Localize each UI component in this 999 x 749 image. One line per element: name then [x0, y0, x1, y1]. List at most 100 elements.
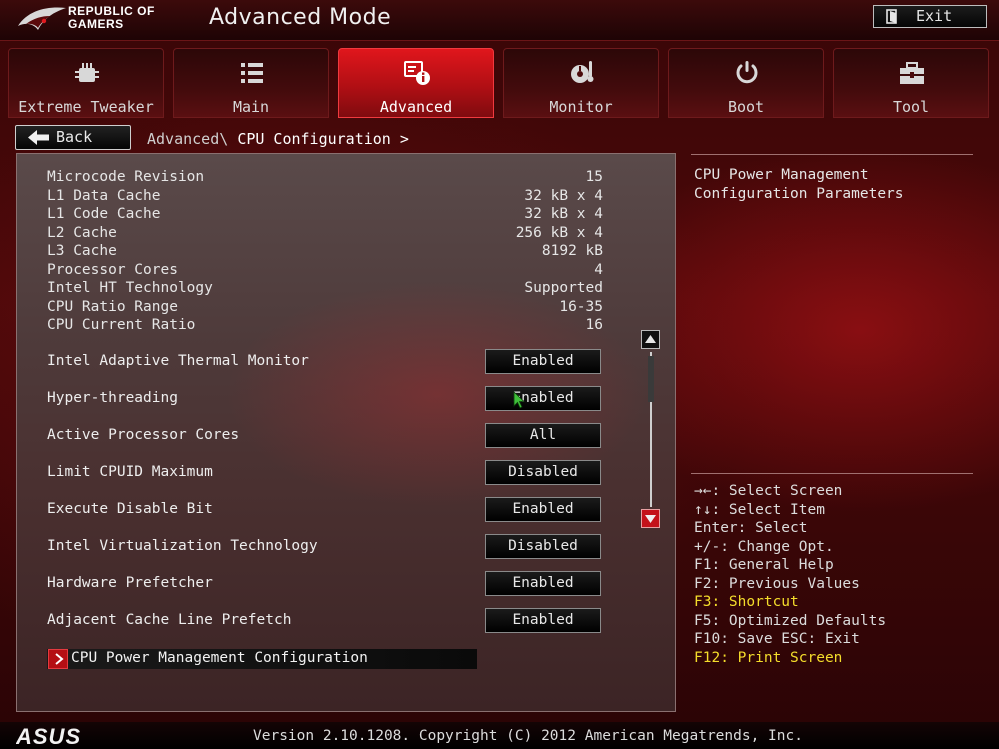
- key-hint: F1: General Help: [694, 557, 834, 573]
- info-label: CPU Ratio Range: [47, 298, 178, 315]
- key-hint: F2: Previous Values: [694, 575, 860, 592]
- option-row: Execute Disable Bit Enabled: [47, 497, 601, 523]
- help-divider-top: [691, 154, 973, 155]
- option-row: Intel Adaptive Thermal Monitor Enabled: [47, 349, 601, 375]
- option-label: Adjacent Cache Line Prefetch: [47, 612, 292, 628]
- info-value: 32 kB x 4: [524, 206, 603, 222]
- option-label: Execute Disable Bit: [47, 501, 213, 517]
- brand-line-2: GAMERS: [68, 17, 124, 31]
- list-icon: [241, 63, 263, 83]
- page-title: Advanced Mode: [209, 5, 392, 30]
- key-hint-print-screen[interactable]: F12: Print Screen: [694, 649, 984, 668]
- option-value-select[interactable]: Enabled: [485, 571, 601, 596]
- settings-panel: Microcode Revision 15 L1 Data Cache 32 k…: [16, 153, 676, 712]
- rog-logo-icon: [18, 7, 66, 30]
- info-label: L2 Cache: [47, 224, 117, 241]
- info-row: L3 Cache 8192 kB: [47, 242, 603, 260]
- tab-boot[interactable]: Boot: [668, 48, 824, 118]
- option-value-select[interactable]: Enabled: [485, 497, 601, 522]
- help-divider-mid: [691, 473, 973, 474]
- option-label: Limit CPUID Maximum: [47, 464, 213, 480]
- info-row: L1 Code Cache 32 kB x 4: [47, 205, 603, 223]
- info-row: L2 Cache 256 kB x 4: [47, 224, 603, 242]
- option-label: Active Processor Cores: [47, 427, 240, 443]
- option-value-select[interactable]: Enabled: [485, 349, 601, 374]
- info-label: Microcode Revision: [47, 169, 205, 185]
- info-row: Intel HT Technology Supported: [47, 279, 603, 297]
- tab-label: Boot: [727, 98, 765, 116]
- info-label: CPU Current Ratio: [47, 317, 196, 333]
- asus-logo: ASUS: [16, 726, 81, 746]
- tab-extreme-tweaker[interactable]: Extreme Tweaker: [8, 48, 164, 118]
- option-row: Adjacent Cache Line Prefetch Enabled: [47, 608, 601, 634]
- scrollbar-thumb[interactable]: [648, 356, 654, 402]
- option-row: Hardware Prefetcher Enabled: [47, 571, 601, 597]
- breadcrumb-parent[interactable]: Advanced\: [147, 130, 228, 148]
- info-value: 256 kB x 4: [515, 224, 603, 241]
- version-text: Version 2.10.1208. Copyright (C) 2012 Am…: [253, 728, 803, 744]
- key-hint: +/-: Change Opt.: [694, 538, 834, 555]
- tab-label: Main: [232, 98, 270, 116]
- rog-brand-text: REPUBLIC OF GAMERS: [68, 5, 155, 31]
- info-value: 32 kB x 4: [524, 187, 603, 204]
- key-hint: Enter: Select: [694, 520, 808, 536]
- tab-label: Extreme Tweaker: [18, 98, 154, 116]
- exit-label: Exit: [916, 7, 953, 25]
- info-value: 16-35: [559, 298, 603, 315]
- breadcrumb: Advanced\ CPU Configuration >: [147, 130, 409, 148]
- tab-main[interactable]: Main: [173, 48, 329, 118]
- submenu-arrow-icon: [48, 649, 68, 669]
- info-row: L1 Data Cache 32 kB x 4: [47, 187, 603, 205]
- top-bar: REPUBLIC OF GAMERS Advanced Mode Exit: [0, 0, 999, 41]
- tab-advanced[interactable]: Advanced: [338, 48, 494, 118]
- key-hint-shortcut[interactable]: F3: Shortcut: [694, 593, 984, 612]
- breadcrumb-current: CPU Configuration >: [237, 130, 409, 148]
- key-legend: →←: Select Screen ↑↓: Select Item Enter:…: [694, 482, 984, 667]
- option-label: Hyper-threading: [47, 390, 178, 406]
- submenu-cpu-power-management[interactable]: CPU Power Management Configuration: [47, 649, 477, 669]
- scroll-up-button[interactable]: [641, 330, 660, 349]
- mouse-cursor-icon: [513, 391, 525, 409]
- option-label: Hardware Prefetcher: [47, 575, 213, 591]
- tweaker-icon: [75, 63, 99, 82]
- info-value: 16: [585, 317, 603, 333]
- info-label: Processor Cores: [47, 261, 178, 278]
- power-icon: [736, 61, 758, 84]
- back-button[interactable]: Back: [15, 125, 131, 150]
- key-hint: F5: Optimized Defaults: [694, 612, 887, 629]
- option-value-select[interactable]: Enabled: [485, 386, 601, 411]
- option-row: Active Processor Cores All: [47, 423, 601, 449]
- info-row: Processor Cores 4: [47, 261, 603, 279]
- key-hint: ↑↓: Select Item: [694, 501, 825, 518]
- advanced-settings-icon: [404, 61, 430, 85]
- info-row: Microcode Revision 15: [47, 168, 603, 186]
- info-value: 15: [585, 169, 603, 185]
- svg-text:ASUS: ASUS: [16, 726, 81, 746]
- option-value-select[interactable]: Disabled: [485, 460, 601, 485]
- tab-tool[interactable]: Tool: [833, 48, 989, 118]
- option-label: Intel Adaptive Thermal Monitor: [47, 353, 309, 369]
- info-value: 8192 kB: [541, 243, 603, 259]
- scroll-down-button[interactable]: [641, 509, 660, 528]
- monitor-icon: [571, 61, 594, 83]
- option-value-select[interactable]: Disabled: [485, 534, 601, 559]
- info-label: Intel HT Technology: [47, 280, 213, 296]
- info-value: 4: [594, 261, 603, 278]
- option-value-select[interactable]: All: [485, 423, 601, 448]
- main-tabs: Extreme Tweaker Main Advanced Monitor Bo…: [8, 48, 992, 120]
- option-label: Intel Virtualization Technology: [47, 538, 318, 554]
- info-label: L1 Code Cache: [47, 206, 161, 222]
- info-label: L3 Cache: [47, 243, 117, 259]
- back-label: Back: [56, 128, 93, 146]
- option-value-select[interactable]: Enabled: [485, 608, 601, 633]
- tab-label: Tool: [892, 98, 930, 116]
- triangle-down-icon: [645, 515, 656, 523]
- key-hint: F10: Save ESC: Exit: [694, 631, 860, 647]
- triangle-up-icon: [645, 335, 656, 343]
- tab-label: Monitor: [549, 98, 613, 116]
- help-description: CPU Power Management Configuration Param…: [694, 167, 904, 202]
- tab-monitor[interactable]: Monitor: [503, 48, 659, 118]
- info-row: CPU Ratio Range 16-35: [47, 298, 603, 316]
- info-value: Supported: [524, 280, 603, 296]
- exit-button[interactable]: Exit: [873, 5, 987, 28]
